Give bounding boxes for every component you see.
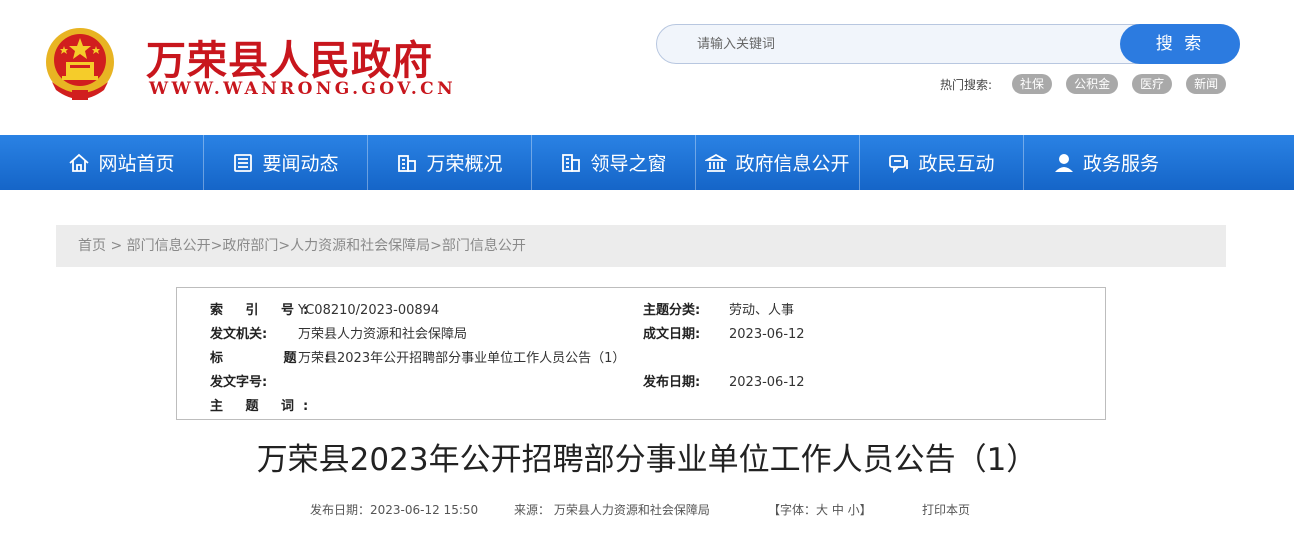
news-icon xyxy=(232,152,254,174)
document-meta-table: 索 引 号: YC08210/2023-00894 主题分类: 劳动、人事 发文… xyxy=(176,287,1106,420)
service-icon xyxy=(1053,152,1075,174)
keywords-label: 主 题 词: xyxy=(210,399,318,414)
issuer-value: 万荣县人力资源和社会保障局 xyxy=(298,327,468,342)
meta-row: 标 题: 万荣县2023年公开招聘部分事业单位工作人员公告（1） xyxy=(177,347,1105,371)
nav-label: 政民互动 xyxy=(918,153,995,175)
site-header: 万荣县人民政府 WWW.WANRONG.GOV.CN 搜 索 热门搜索: 社保 … xyxy=(0,0,1294,135)
nav-label: 政府信息公开 xyxy=(735,153,850,175)
nav-item-gov-info[interactable]: 政府信息公开 xyxy=(696,135,860,190)
nav-label: 要闻动态 xyxy=(262,153,339,175)
meta-row: 索 引 号: YC08210/2023-00894 主题分类: 劳动、人事 xyxy=(177,299,1105,323)
font-size-switcher[interactable]: 【字体：大 中 小】 xyxy=(768,500,872,520)
nav-label: 万荣概况 xyxy=(426,153,503,175)
nav-label: 政务服务 xyxy=(1082,153,1159,175)
search-input[interactable] xyxy=(657,25,1121,63)
hot-search-label: 热门搜索: xyxy=(940,77,993,92)
building-icon xyxy=(396,152,418,174)
nav-item-services[interactable]: 政务服务 xyxy=(1024,135,1188,190)
nav-item-overview[interactable]: 万荣概况 xyxy=(368,135,532,190)
hot-tag-yiliao[interactable]: 医疗 xyxy=(1132,74,1173,94)
site-domain: WWW.WANRONG.GOV.CN xyxy=(149,79,457,99)
national-emblem-icon xyxy=(46,28,114,100)
publish-date: 发布日期：2023-06-12 15:50 xyxy=(310,503,479,517)
site-title: 万荣县人民政府 xyxy=(146,37,433,84)
leader-icon xyxy=(560,152,582,174)
hot-tag-shebao[interactable]: 社保 xyxy=(1012,74,1053,94)
nav-item-home[interactable]: 网站首页 xyxy=(40,135,204,190)
meta-row: 发文机关: 万荣县人力资源和社会保障局 成文日期: 2023-06-12 xyxy=(177,323,1105,347)
main-nav: 网站首页 要闻动态 万荣概况 领导之窗 政府信息公开 政民互动 政务服务 xyxy=(0,135,1294,190)
search-box: 搜 索 xyxy=(656,24,1240,64)
nav-item-interaction[interactable]: 政民互动 xyxy=(860,135,1024,190)
meta-row: 主 题 词: xyxy=(177,395,1105,419)
breadcrumb[interactable]: 首页 > 部门信息公开>政府部门>人力资源和社会保障局>部门信息公开 xyxy=(56,225,1226,267)
article-info-bar: 发布日期：2023-06-12 15:50 来源： 万荣县人力资源和社会保障局 … xyxy=(0,500,1294,520)
topic-value: 劳动、人事 xyxy=(729,303,795,318)
nav-label: 网站首页 xyxy=(98,153,175,175)
article-source: 来源： 万荣县人力资源和社会保障局 xyxy=(514,503,710,517)
government-icon xyxy=(705,152,728,174)
print-button[interactable]: 打印本页 xyxy=(922,500,970,520)
published-date-value: 2023-06-12 xyxy=(729,375,805,390)
topic-label: 主题分类: xyxy=(643,303,701,318)
meta-row: 发文字号: 发布日期: 2023-06-12 xyxy=(177,371,1105,395)
hot-tag-xinwen[interactable]: 新闻 xyxy=(1186,74,1227,94)
doc-number-label: 发文字号: xyxy=(210,375,268,390)
chat-icon xyxy=(888,152,910,174)
hot-tag-gongjijin[interactable]: 公积金 xyxy=(1066,74,1119,94)
issuer-label: 发文机关: xyxy=(210,327,268,342)
hot-search: 热门搜索: 社保 公积金 医疗 新闻 xyxy=(940,73,1227,95)
home-icon xyxy=(68,152,90,174)
nav-item-news[interactable]: 要闻动态 xyxy=(204,135,368,190)
nav-item-leaders[interactable]: 领导之窗 xyxy=(532,135,696,190)
created-date-label: 成文日期: xyxy=(643,327,701,342)
created-date-value: 2023-06-12 xyxy=(729,327,805,342)
article-title: 万荣县2023年公开招聘部分事业单位工作人员公告（1） xyxy=(256,442,1038,478)
search-button[interactable]: 搜 索 xyxy=(1120,24,1240,64)
published-date-label: 发布日期: xyxy=(643,375,701,390)
index-value: YC08210/2023-00894 xyxy=(298,303,440,318)
nav-label: 领导之窗 xyxy=(590,153,667,175)
title-value: 万荣县2023年公开招聘部分事业单位工作人员公告（1） xyxy=(298,351,626,366)
